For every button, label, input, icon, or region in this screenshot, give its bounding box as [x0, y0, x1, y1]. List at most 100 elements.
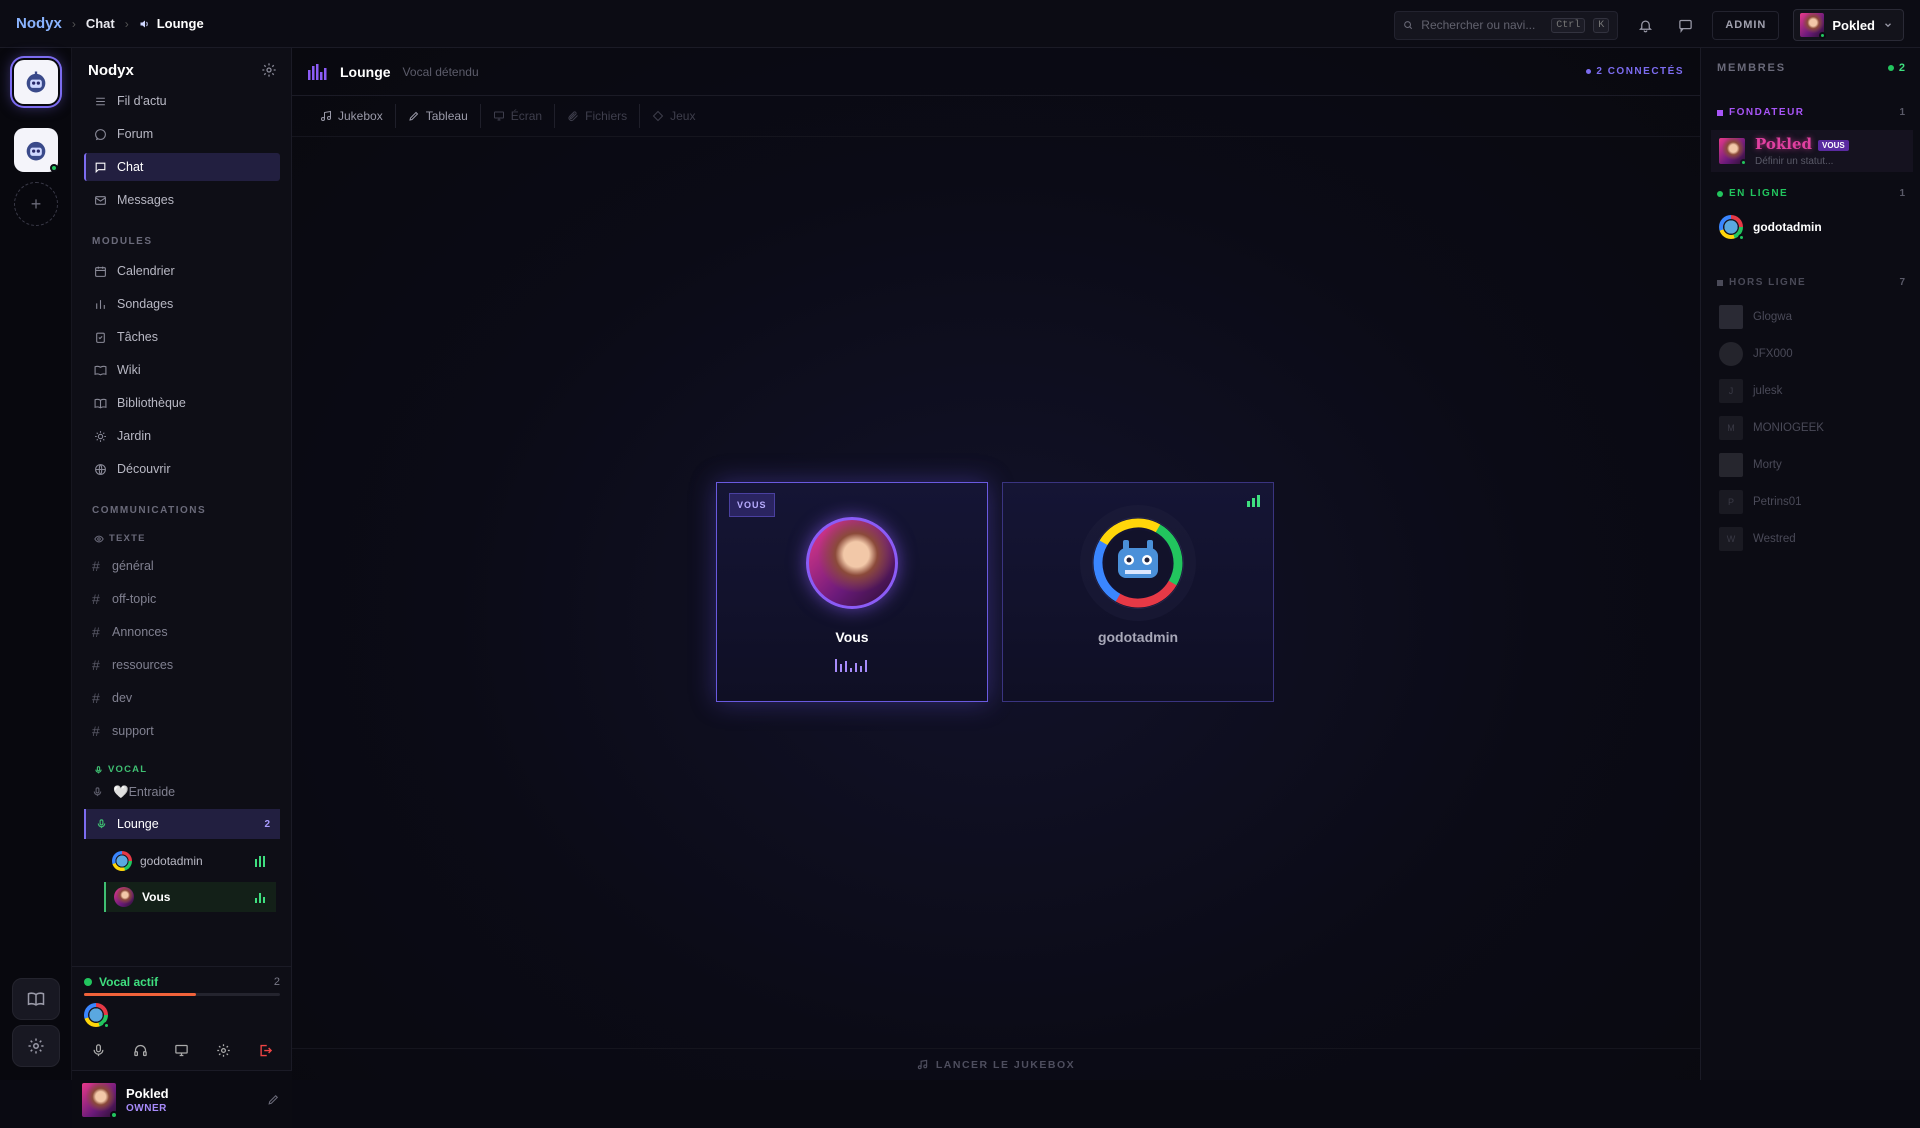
audio-bars-icon: [308, 63, 327, 80]
search-box[interactable]: Ctrl K: [1394, 10, 1619, 40]
member-row[interactable]: W Westred: [1719, 524, 1905, 554]
paperclip-icon: [568, 111, 578, 121]
channel-tabs: Jukebox Tableau Écran Fichiers Jeux: [308, 104, 707, 128]
leave-icon: [260, 1044, 272, 1056]
chat-icon: [95, 162, 106, 173]
status-dot: [84, 978, 92, 986]
members-header: MEMBRES 2: [1717, 62, 1905, 74]
channel-off-topic[interactable]: # off-topic: [92, 587, 280, 611]
tabs-divider: [292, 136, 1700, 137]
nav-wiki[interactable]: Wiki: [84, 356, 280, 384]
nav-decouvrir[interactable]: Découvrir: [84, 455, 280, 483]
calendar-icon: [95, 266, 106, 277]
hash-icon: #: [92, 591, 100, 607]
tab-tableau[interactable]: Tableau: [396, 104, 481, 128]
user-info: Pokled OWNER: [126, 1086, 169, 1114]
tasks-icon: [96, 332, 105, 343]
add-server-button[interactable]: +: [14, 182, 58, 226]
pencil-icon: [268, 1094, 279, 1105]
notifications-button[interactable]: [1632, 12, 1658, 38]
chevron-down-icon: [1885, 23, 1891, 28]
music-icon: [321, 110, 331, 121]
channel-support[interactable]: # support: [92, 719, 280, 743]
nav-jardin[interactable]: Jardin: [84, 422, 280, 450]
server-nodyx[interactable]: [12, 58, 60, 106]
member-status[interactable]: Définir un statut...: [1755, 156, 1849, 167]
voice-settings-button[interactable]: [209, 1037, 239, 1063]
voice-channel-lounge[interactable]: Lounge 2: [84, 809, 280, 839]
breadcrumb-chat[interactable]: Chat: [86, 16, 115, 31]
member-row[interactable]: Morty: [1719, 450, 1905, 480]
channel-annonces[interactable]: # Annonces: [92, 620, 280, 644]
library-button[interactable]: [12, 978, 60, 1020]
you-badge: VOUS: [729, 493, 775, 517]
deafen-button[interactable]: [125, 1037, 155, 1063]
channel-header: Lounge Vocal détendu 2 CONNECTÉS: [292, 48, 1700, 96]
disconnect-button[interactable]: [250, 1037, 280, 1063]
channel-general[interactable]: # général: [92, 554, 280, 578]
poll-icon: [96, 299, 105, 309]
nav-messages[interactable]: Messages: [84, 186, 280, 214]
member-row[interactable]: P Petrins01: [1719, 487, 1905, 517]
nav-bibliotheque[interactable]: Bibliothèque: [84, 389, 280, 417]
member-row[interactable]: JFX000: [1719, 339, 1905, 369]
game-icon: [652, 110, 664, 122]
nav-chat[interactable]: Chat: [84, 153, 280, 181]
member-founder[interactable]: Pokled VOUS Définir un statut...: [1711, 130, 1913, 172]
member-row[interactable]: Jjulesk: [1719, 376, 1905, 406]
participant-count: 2: [264, 818, 270, 830]
tab-jukebox[interactable]: Jukebox: [308, 104, 396, 128]
channel-label: ressources: [112, 658, 174, 672]
user-role-badge: OWNER: [126, 1102, 167, 1114]
server-secondary[interactable]: [12, 126, 60, 174]
participant-name: godotadmin: [1097, 629, 1179, 645]
group-founder: FONDATEUR 1: [1717, 107, 1905, 118]
speaking-bars-icon: [255, 893, 265, 903]
mute-button[interactable]: [84, 1037, 114, 1063]
messages-button[interactable]: [1672, 12, 1698, 38]
edit-profile-button[interactable]: [267, 1093, 280, 1106]
participant-name: godotadmin: [140, 854, 203, 868]
group-count: 7: [1899, 277, 1905, 288]
channel-ressources[interactable]: # ressources: [92, 653, 280, 677]
voice-participant-self[interactable]: Vous: [104, 882, 276, 912]
screen-icon: [175, 1044, 189, 1056]
breadcrumb-brand[interactable]: Nodyx: [16, 15, 62, 32]
admin-button[interactable]: ADMIN: [1712, 10, 1780, 40]
nav-taches[interactable]: Tâches: [84, 323, 280, 351]
plus-icon: +: [30, 193, 42, 214]
screen-share-button[interactable]: [167, 1037, 197, 1063]
member-row[interactable]: godotadmin: [1719, 212, 1905, 242]
hash-icon: #: [92, 690, 100, 706]
nav-forum[interactable]: Forum: [84, 120, 280, 148]
member-row[interactable]: M MONIOGEEK: [1719, 413, 1905, 443]
tab-fichiers[interactable]: Fichiers: [555, 104, 641, 128]
launch-jukebox-button[interactable]: LANCER LE JUKEBOX: [292, 1048, 1700, 1080]
tab-ecran[interactable]: Écran: [481, 104, 556, 128]
mic-icon: [97, 819, 106, 829]
participant-card[interactable]: godotadmin: [1002, 482, 1274, 702]
avatar[interactable]: [82, 1082, 118, 1119]
settings-button[interactable]: [12, 1025, 60, 1067]
avatar: [1719, 215, 1745, 241]
user-menu-button[interactable]: Pokled: [1793, 9, 1904, 41]
channel-dev[interactable]: # dev: [92, 686, 280, 710]
community-settings-button[interactable]: [261, 62, 277, 78]
shortcut-ctrl: Ctrl: [1551, 17, 1586, 33]
vocal-label: VOCAL: [108, 764, 148, 775]
search-input[interactable]: [1421, 18, 1544, 32]
nav-sondages[interactable]: Sondages: [84, 290, 280, 318]
tab-label: Écran: [510, 109, 543, 123]
member-name: Petrins01: [1753, 496, 1802, 508]
avatar: M: [1719, 416, 1743, 440]
nav-label: Forum: [117, 127, 154, 141]
nav-calendrier[interactable]: Calendrier: [84, 257, 280, 285]
participant-card-self[interactable]: VOUS Vous: [716, 482, 988, 702]
member-row[interactable]: Glogwa: [1719, 302, 1905, 332]
voice-channel-entraide[interactable]: 🤍Entraide: [92, 780, 280, 804]
voice-participant[interactable]: godotadmin: [104, 846, 276, 876]
nav-fil-actu[interactable]: Fil d'actu: [84, 87, 280, 115]
tab-label: Fichiers: [585, 109, 628, 123]
mic-icon: [93, 787, 102, 797]
tab-jeux[interactable]: Jeux: [640, 104, 707, 128]
